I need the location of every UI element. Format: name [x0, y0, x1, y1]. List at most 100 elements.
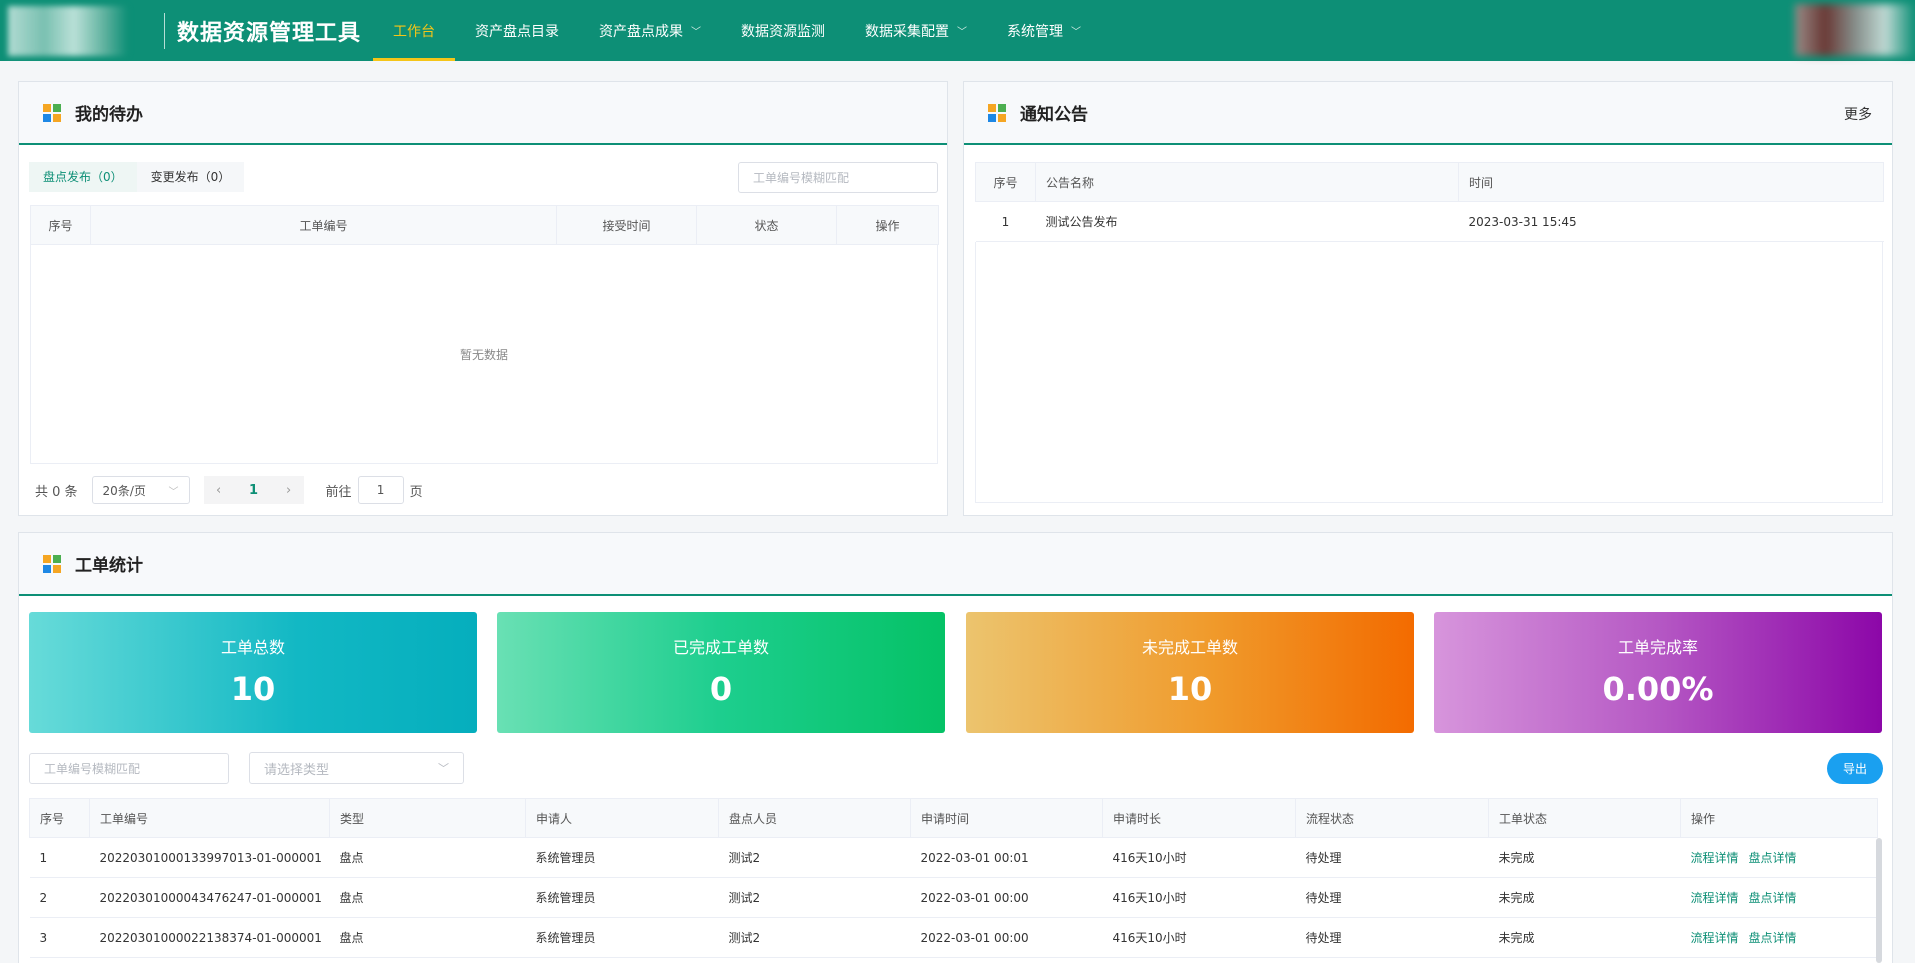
table-row[interactable]: 2 20220301000043476247-01-000001 盘点 系统管理…	[29, 877, 1878, 918]
table-row[interactable]: 3 20220301000022138374-01-000001 盘点 系统管理…	[29, 917, 1878, 958]
cell-code: 20220301000043476247-01-000001	[89, 877, 330, 918]
stat-value: 0.00%	[1602, 670, 1714, 708]
cell-notice-name: 测试公告发布	[1035, 201, 1459, 242]
nav-item-asset-results[interactable]: 资产盘点成果 ﹀	[579, 0, 721, 61]
chevron-down-icon: ﹀	[957, 27, 968, 38]
table-row[interactable]: 1 测试公告发布 2023-03-31 15:45	[975, 201, 1884, 242]
nav-item-asset-catalog[interactable]: 资产盘点目录	[455, 0, 579, 61]
nav-item-system-admin[interactable]: 系统管理 ﹀	[987, 0, 1101, 61]
inventory-detail-link[interactable]: 盘点详情	[1749, 931, 1797, 945]
goto-page-input[interactable]: 1	[357, 476, 404, 504]
nav-item-label: 资产盘点目录	[475, 23, 560, 40]
column-header: 工单状态	[1488, 798, 1681, 838]
type-select-placeholder: 请选择类型	[264, 762, 330, 778]
chevron-down-icon: ﹀	[1071, 27, 1082, 38]
page-unit-label: 页	[409, 484, 423, 500]
cell-no: 1	[975, 201, 1036, 242]
todo-panel: 我的待办 盘点发布（0） 变更发布（0） 序号 工单编号 接受时间 状态 操作 …	[18, 81, 948, 516]
column-header: 操作	[836, 205, 939, 245]
cell-type: 盘点	[329, 917, 526, 958]
table-scrollbar[interactable]	[1876, 838, 1882, 963]
workorder-search-input[interactable]	[29, 753, 229, 784]
chevron-down-icon: ﹀	[168, 486, 179, 498]
cell-time: 2022-03-01 00:00	[910, 877, 1103, 918]
cell-flow-status: 待处理	[1295, 917, 1489, 958]
top-navbar: 数据资源管理工具 工作台 资产盘点目录 资产盘点成果 ﹀ 数据资源监测 数据采集配…	[0, 0, 1915, 61]
tab-inventory-publish[interactable]: 盘点发布（0）	[29, 162, 137, 192]
nav-item-workbench[interactable]: 工作台	[373, 0, 456, 61]
flow-detail-link[interactable]: 流程详情	[1691, 851, 1739, 865]
prev-page-button[interactable]: ‹	[203, 476, 234, 504]
nav-item-collection-config[interactable]: 数据采集配置 ﹀	[845, 0, 987, 61]
cell-applicant: 系统管理员	[525, 877, 719, 918]
column-header: 流程状态	[1295, 798, 1489, 838]
cell-actions: 流程详情 盘点详情	[1680, 837, 1878, 878]
workorder-table: 序号 工单编号 类型 申请人 盘点人员 申请时间 申请时长 流程状态 工单状态 …	[29, 798, 1878, 958]
stat-value: 10	[1167, 670, 1213, 708]
notice-table: 序号 公告名称 时间 1 测试公告发布 2023-03-31 15:45	[975, 162, 1884, 242]
flow-detail-link[interactable]: 流程详情	[1691, 931, 1739, 945]
todo-search-input[interactable]	[738, 162, 938, 193]
todo-title: 我的待办	[75, 105, 143, 125]
column-header: 序号	[29, 798, 90, 838]
page-size-select[interactable]: 20条/页 ﹀	[91, 476, 190, 504]
column-header: 申请时长	[1102, 798, 1296, 838]
export-button[interactable]: 导出	[1827, 753, 1883, 784]
flow-detail-link[interactable]: 流程详情	[1691, 891, 1739, 905]
cell-type: 盘点	[329, 877, 526, 918]
cell-code: 20220301000022138374-01-000001	[89, 917, 330, 958]
table-row[interactable]: 1 20220301000133997013-01-000001 盘点 系统管理…	[29, 837, 1878, 878]
cell-code: 20220301000133997013-01-000001	[89, 837, 330, 878]
table-header-row: 序号 工单编号 类型 申请人 盘点人员 申请时间 申请时长 流程状态 工单状态 …	[29, 798, 1878, 838]
page-number-1[interactable]: 1	[233, 476, 274, 504]
notice-panel-header: 通知公告 更多	[964, 82, 1892, 145]
goto-label: 前往	[325, 484, 352, 500]
logo-divider	[164, 12, 165, 49]
inventory-detail-link[interactable]: 盘点详情	[1749, 891, 1797, 905]
stat-label: 未完成工单数	[1141, 638, 1238, 657]
more-link[interactable]: 更多	[1844, 104, 1872, 124]
column-header: 类型	[329, 798, 526, 838]
cell-auditor: 测试2	[718, 917, 911, 958]
cell-no: 3	[29, 917, 90, 958]
user-avatar[interactable]	[1795, 4, 1915, 56]
column-header: 序号	[30, 205, 91, 245]
cell-status: 未完成	[1488, 877, 1681, 918]
cell-flow-status: 待处理	[1295, 877, 1489, 918]
cell-time: 2022-03-01 00:01	[910, 837, 1103, 878]
table-header-row: 序号 工单编号 接受时间 状态 操作	[30, 205, 939, 245]
next-page-button[interactable]: ›	[273, 476, 304, 504]
stat-card-completed: 已完成工单数 0	[497, 612, 945, 733]
nav-item-resource-monitor[interactable]: 数据资源监测	[721, 0, 845, 61]
grid-icon	[988, 103, 1006, 122]
type-select[interactable]: 请选择类型 ﹀	[249, 752, 464, 784]
nav-item-label: 数据采集配置	[865, 23, 950, 40]
stats-panel-header: 工单统计	[19, 533, 1892, 596]
stat-value: 0	[709, 670, 733, 708]
grid-icon	[43, 554, 61, 573]
cell-applicant: 系统管理员	[525, 917, 719, 958]
column-header: 接受时间	[556, 205, 697, 245]
inventory-detail-link[interactable]: 盘点详情	[1749, 851, 1797, 865]
column-header: 申请人	[525, 798, 719, 838]
notice-title: 通知公告	[1020, 105, 1088, 125]
column-header: 申请时间	[910, 798, 1103, 838]
stat-card-total: 工单总数 10	[29, 612, 477, 733]
column-header: 时间	[1458, 162, 1884, 202]
cell-status: 未完成	[1488, 837, 1681, 878]
tab-change-publish[interactable]: 变更发布（0）	[137, 162, 245, 192]
cell-time: 2022-03-01 00:00	[910, 917, 1103, 958]
stat-label: 已完成工单数	[672, 638, 769, 657]
cell-type: 盘点	[329, 837, 526, 878]
stat-label: 工单完成率	[1617, 638, 1698, 657]
notice-panel: 通知公告 更多 序号 公告名称 时间 1 测试公告发布 2023-03-31 1…	[963, 81, 1893, 516]
todo-tabs: 盘点发布（0） 变更发布（0）	[29, 162, 245, 192]
column-header: 状态	[696, 205, 837, 245]
stats-title: 工单统计	[75, 556, 143, 576]
column-header: 盘点人员	[718, 798, 911, 838]
stat-card-incomplete: 未完成工单数 10	[966, 612, 1414, 733]
empty-state: 暂无数据	[30, 245, 938, 464]
nav-item-label: 系统管理	[1007, 23, 1064, 40]
pagination: 共 0 条 20条/页 ﹀ ‹ 1 › 前往 1 页	[35, 476, 423, 504]
cell-actions: 流程详情 盘点详情	[1680, 917, 1878, 958]
